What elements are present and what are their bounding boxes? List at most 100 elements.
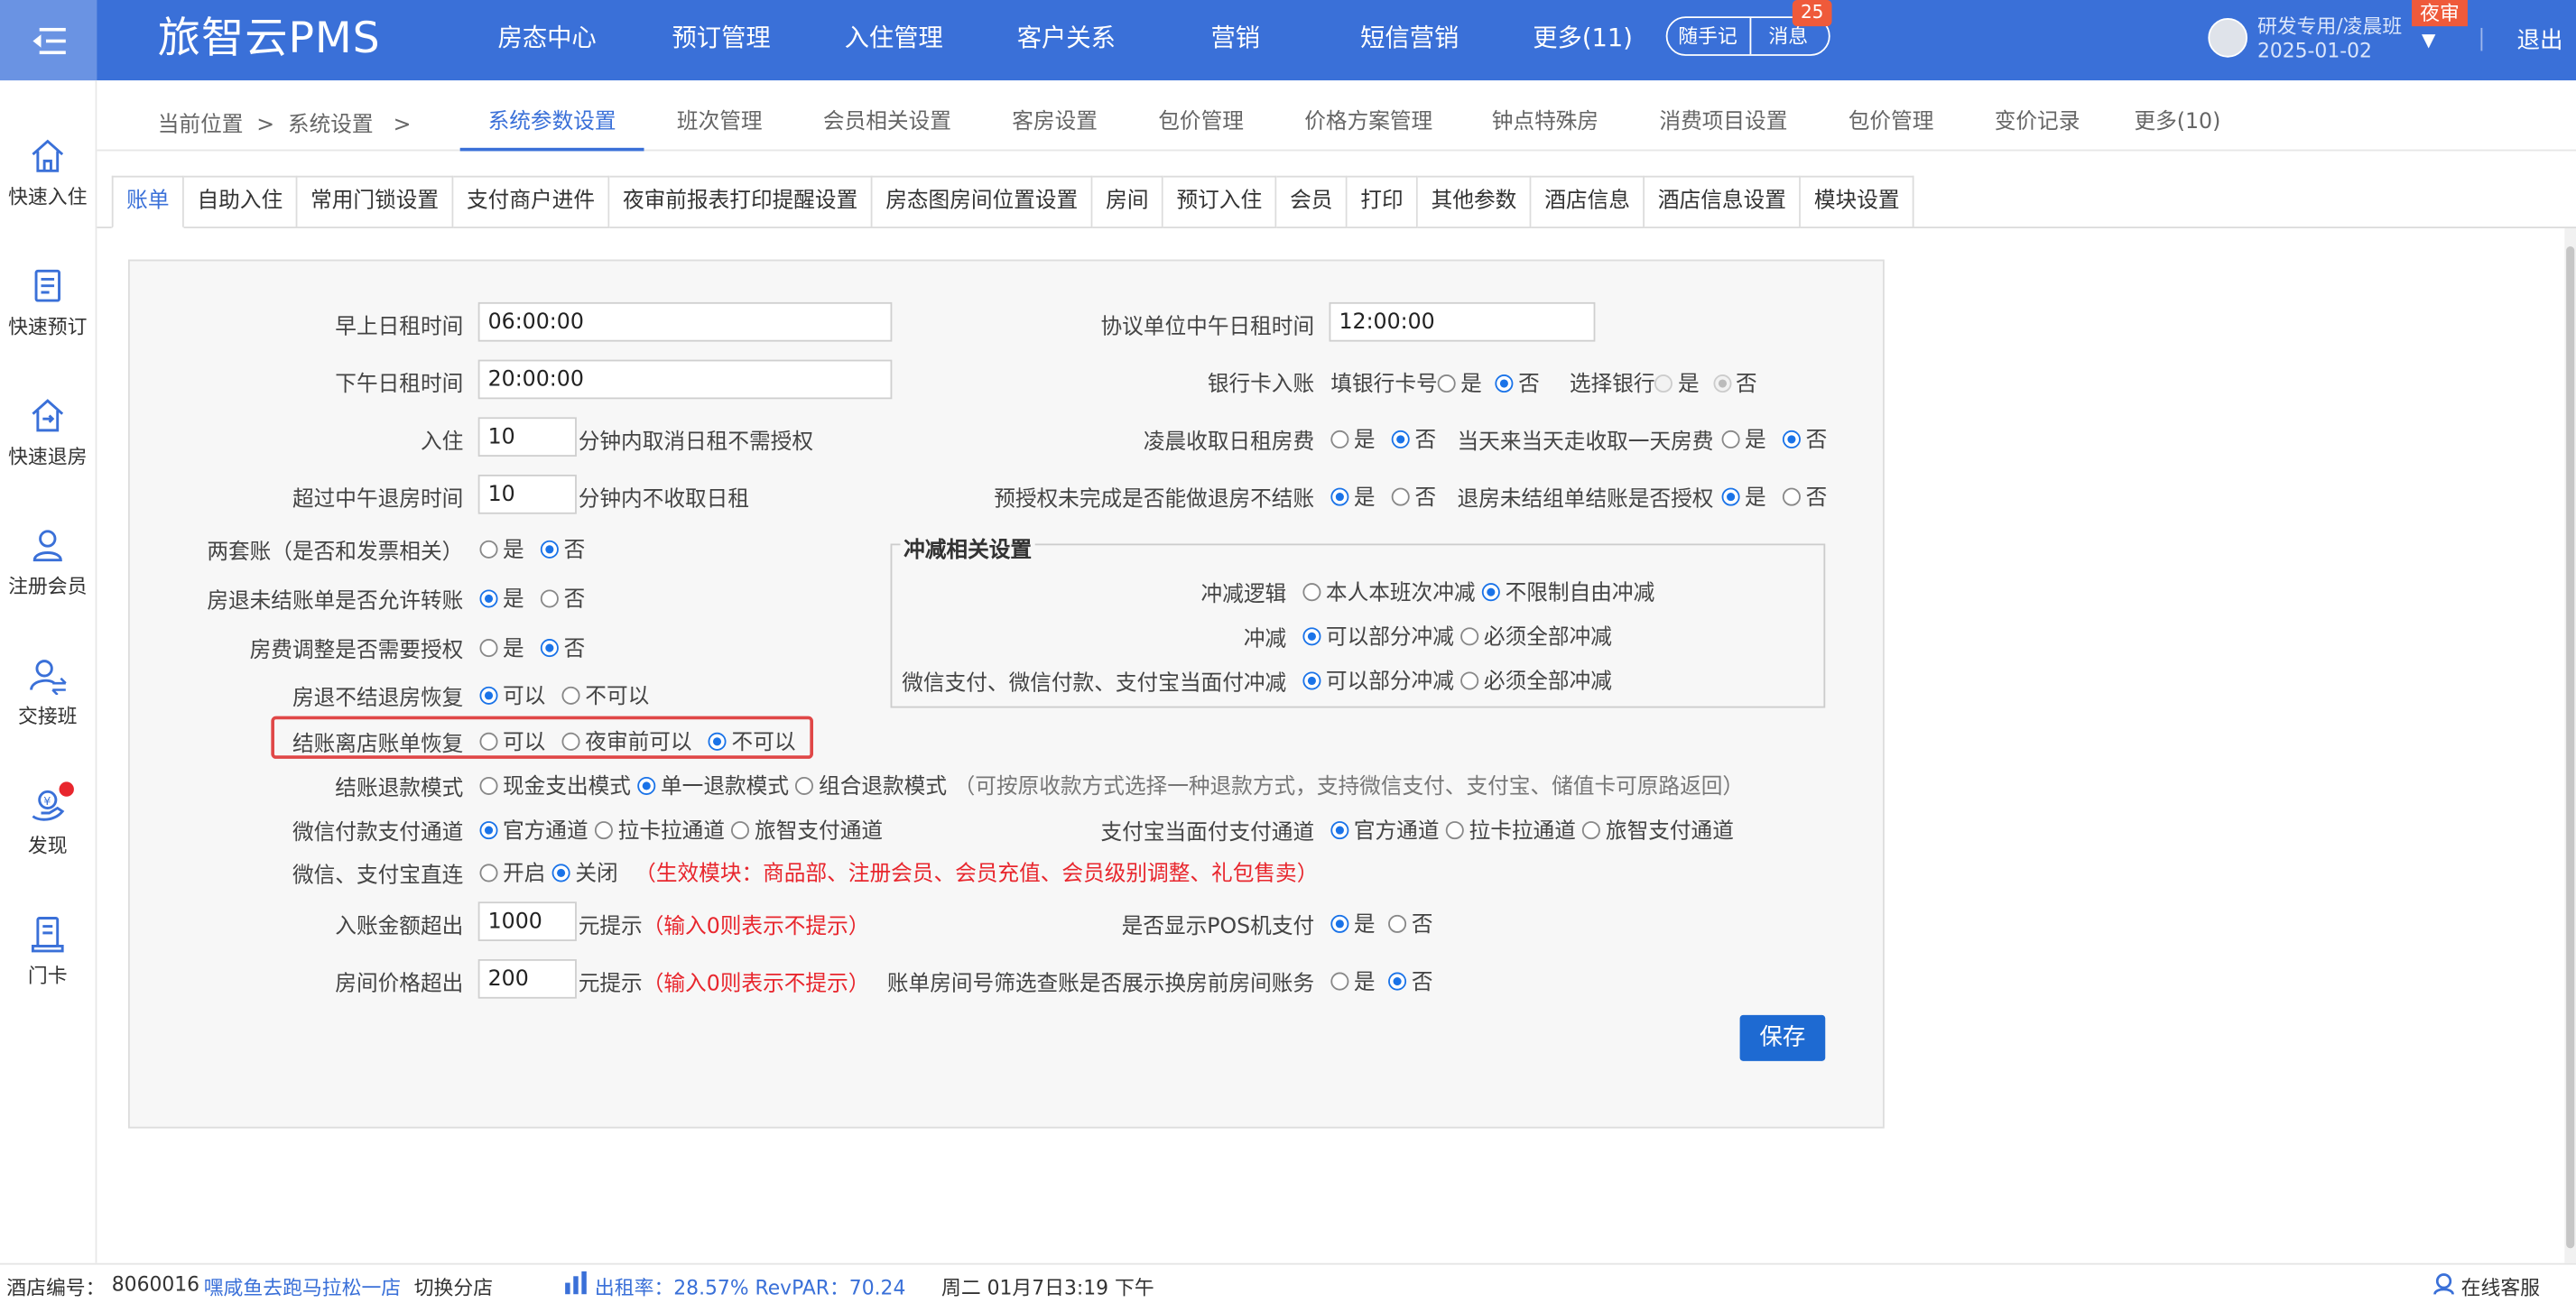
- noon-checkout-input[interactable]: [477, 475, 577, 514]
- tab-room-layout[interactable]: 房态图房间位置设置: [872, 175, 1093, 229]
- refund-mode-single[interactable]: 单一退款模式: [637, 775, 789, 799]
- nav-booking[interactable]: 预订管理: [672, 0, 770, 80]
- unsettled-transfer-yes[interactable]: 是: [479, 588, 524, 613]
- pos-no[interactable]: 否: [1388, 913, 1433, 938]
- room-price-exceed-input[interactable]: [477, 958, 577, 999]
- room-filter-yes[interactable]: 是: [1330, 971, 1376, 995]
- chevron-down-icon[interactable]: ▼: [2422, 30, 2435, 51]
- same-day-no[interactable]: 否: [1783, 429, 1827, 453]
- two-sets-yes[interactable]: 是: [479, 539, 524, 563]
- preauth-yes[interactable]: 是: [1330, 486, 1376, 511]
- breadcrumb-section[interactable]: 系统设置: [288, 114, 374, 138]
- user-name[interactable]: 研发专用/凌晨班: [2257, 12, 2402, 40]
- subtab-price-plan[interactable]: 价格方案管理: [1304, 104, 1432, 134]
- unsettled-restore-cannot[interactable]: 不可以: [561, 685, 649, 709]
- tab-booking-checkin[interactable]: 预订入住: [1163, 175, 1277, 229]
- morning-rent-input[interactable]: [477, 301, 893, 342]
- group-auth-yes[interactable]: 是: [1721, 486, 1766, 511]
- sidebar-item-shift-handover[interactable]: 交接班: [0, 655, 96, 729]
- same-day-yes[interactable]: 是: [1721, 429, 1766, 453]
- agreement-noon-input[interactable]: [1329, 301, 1596, 342]
- subtab-price-change-log[interactable]: 变价记录: [1995, 104, 2080, 134]
- subtab-more[interactable]: 更多(10): [2134, 104, 2220, 134]
- room-adjust-auth-yes[interactable]: 是: [479, 637, 524, 662]
- tab-door-lock[interactable]: 常用门锁设置: [297, 175, 454, 229]
- tab-print[interactable]: 打印: [1347, 175, 1419, 229]
- checkout-restore-cannot[interactable]: 不可以: [709, 731, 796, 755]
- notes-button[interactable]: 随手记: [1668, 18, 1748, 54]
- tab-module-settings[interactable]: 模块设置: [1801, 175, 1914, 229]
- offset-logic-own-shift[interactable]: 本人本班次冲减: [1302, 581, 1476, 606]
- alipay-channel-official[interactable]: 官方通道: [1330, 819, 1440, 845]
- refund-mode-combo[interactable]: 组合退款模式: [795, 775, 947, 799]
- refund-mode-cash[interactable]: 现金支出模式: [479, 775, 631, 799]
- wechat-offset-full[interactable]: 必须全部冲减: [1460, 670, 1612, 695]
- tab-member[interactable]: 会员: [1276, 175, 1348, 229]
- two-sets-no[interactable]: 否: [541, 539, 585, 563]
- subtab-room-settings[interactable]: 客房设置: [1012, 104, 1098, 134]
- pos-yes[interactable]: 是: [1330, 913, 1376, 938]
- nav-sms[interactable]: 短信营销: [1360, 0, 1459, 80]
- switch-branch-button[interactable]: 切换分店: [414, 1273, 493, 1301]
- avatar[interactable]: [2208, 18, 2248, 58]
- subtab-member-settings[interactable]: 会员相关设置: [823, 104, 951, 134]
- offset-full[interactable]: 必须全部冲减: [1460, 625, 1612, 651]
- tab-bill[interactable]: 账单: [111, 175, 184, 229]
- amount-exceed-input[interactable]: [477, 901, 577, 941]
- sidebar-item-door-card[interactable]: 门卡: [0, 915, 96, 989]
- wechat-channel-official[interactable]: 官方通道: [479, 819, 588, 845]
- early-fee-yes[interactable]: 是: [1330, 429, 1376, 453]
- subtab-package-price-2[interactable]: 包价管理: [1849, 104, 1934, 134]
- unsettled-transfer-no[interactable]: 否: [541, 588, 585, 613]
- sidebar-item-quick-checkin[interactable]: 快速入住: [0, 136, 96, 210]
- alipay-channel-lvzhi[interactable]: 旅智支付通道: [1582, 819, 1734, 845]
- checkin-minutes-input[interactable]: [477, 417, 577, 457]
- tab-hotel-info[interactable]: 酒店信息: [1531, 175, 1645, 229]
- wechat-channel-lvzhi[interactable]: 旅智支付通道: [731, 819, 883, 845]
- logout-button[interactable]: 退出: [2517, 23, 2563, 55]
- menu-toggle-button[interactable]: [0, 0, 97, 81]
- tab-payment-merchant[interactable]: 支付商户进件: [453, 175, 610, 229]
- tab-room[interactable]: 房间: [1092, 175, 1163, 229]
- sidebar-item-register-member[interactable]: 注册会员: [0, 525, 96, 599]
- nav-room-status[interactable]: 房态中心: [498, 0, 597, 80]
- save-button[interactable]: 保存: [1739, 1014, 1826, 1061]
- preauth-no[interactable]: 否: [1391, 486, 1436, 511]
- subtab-package-price[interactable]: 包价管理: [1158, 104, 1244, 134]
- room-filter-no[interactable]: 否: [1388, 971, 1433, 995]
- sidebar-item-quick-checkout[interactable]: 快速退房: [0, 396, 96, 470]
- offset-logic-unlimited[interactable]: 不限制自由冲减: [1482, 581, 1654, 606]
- nav-checkin[interactable]: 入住管理: [845, 0, 943, 80]
- scrollbar-thumb[interactable]: [2566, 246, 2575, 1249]
- fill-card-yes[interactable]: 是: [1437, 373, 1482, 397]
- nav-crm[interactable]: 客户关系: [1017, 0, 1116, 80]
- fill-card-no[interactable]: 否: [1495, 373, 1540, 397]
- subtab-shift-mgmt[interactable]: 班次管理: [677, 104, 763, 134]
- hotel-name[interactable]: 嘿咸鱼去跑马拉松一店: [204, 1273, 401, 1301]
- checkout-restore-can[interactable]: 可以: [479, 731, 545, 755]
- tab-audit-print-reminder[interactable]: 夜审前报表打印提醒设置: [609, 175, 873, 229]
- tab-other-params[interactable]: 其他参数: [1418, 175, 1532, 229]
- subtab-hourly-room[interactable]: 钟点特殊房: [1492, 104, 1598, 134]
- checkout-restore-before-audit[interactable]: 夜审前可以: [561, 731, 692, 755]
- afternoon-rent-input[interactable]: [477, 359, 893, 400]
- alipay-channel-lakala[interactable]: 拉卡拉通道: [1446, 819, 1576, 845]
- sidebar-item-discover[interactable]: ¥ 发现: [0, 781, 96, 859]
- unsettled-restore-can[interactable]: 可以: [479, 685, 545, 709]
- nav-more[interactable]: 更多(11): [1533, 0, 1633, 80]
- wechat-offset-partial[interactable]: 可以部分冲减: [1302, 670, 1454, 695]
- subtab-system-params[interactable]: 系统参数设置: [488, 104, 616, 134]
- early-fee-no[interactable]: 否: [1391, 429, 1436, 453]
- group-auth-no[interactable]: 否: [1783, 486, 1827, 511]
- tab-self-checkin[interactable]: 自助入住: [183, 175, 298, 229]
- sidebar-item-quick-booking[interactable]: 快速预订: [0, 266, 96, 340]
- online-service-button[interactable]: 在线客服: [2461, 1273, 2540, 1301]
- nav-marketing[interactable]: 营销: [1210, 0, 1260, 80]
- direct-link-on[interactable]: 开启: [479, 863, 545, 887]
- direct-link-off[interactable]: 关闭: [551, 863, 618, 887]
- tab-hotel-info-settings[interactable]: 酒店信息设置: [1645, 175, 1802, 229]
- offset-partial[interactable]: 可以部分冲减: [1302, 625, 1454, 651]
- room-adjust-auth-no[interactable]: 否: [541, 637, 585, 662]
- subtab-consumption-items[interactable]: 消费项目设置: [1659, 104, 1787, 134]
- wechat-channel-lakala[interactable]: 拉卡拉通道: [595, 819, 725, 845]
